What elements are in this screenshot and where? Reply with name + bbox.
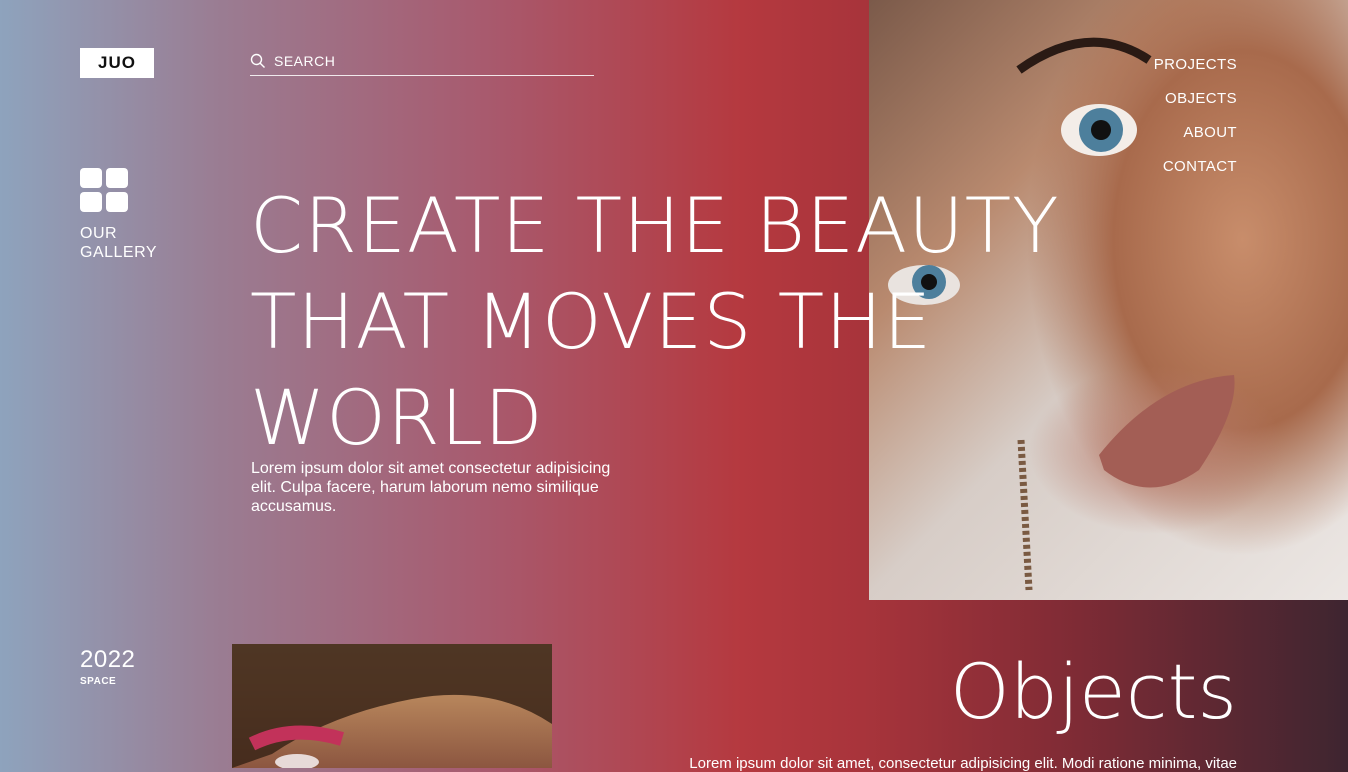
- objects-description: Lorem ipsum dolor sit amet, consectetur …: [689, 755, 1237, 772]
- nav-item-contact[interactable]: CONTACT: [1154, 150, 1237, 184]
- year-value: 2022: [80, 646, 136, 673]
- our-gallery-link[interactable]: OUR GALLERY: [80, 168, 170, 262]
- headline-line-3: WORLD: [250, 373, 544, 462]
- objects-title: Objects: [949, 647, 1237, 736]
- gallery-label: OUR GALLERY: [80, 225, 158, 261]
- search-bar[interactable]: [250, 46, 594, 76]
- nav-item-projects[interactable]: PROJECTS: [1154, 48, 1237, 82]
- logo[interactable]: JUO: [80, 48, 154, 78]
- objects-portrait-image: [232, 644, 552, 768]
- main-nav: PROJECTS OBJECTS ABOUT CONTACT: [1154, 48, 1237, 184]
- year-label: SPACE: [80, 676, 117, 687]
- hero-headline: CREATE THE BEAUTY THAT MOVES THE WORLD: [250, 178, 1150, 466]
- headline-line-1: CREATE THE BEAUTY: [250, 181, 1060, 270]
- nav-item-objects[interactable]: OBJECTS: [1154, 82, 1237, 116]
- year-block: 2022 SPACE: [80, 646, 135, 687]
- search-icon: [250, 53, 265, 68]
- headline-line-2: THAT MOVES THE: [250, 277, 933, 366]
- hero-description: Lorem ipsum dolor sit amet consectetur a…: [251, 460, 611, 515]
- gallery-grid-icon: [80, 168, 128, 212]
- nav-item-about[interactable]: ABOUT: [1154, 116, 1237, 150]
- search-input[interactable]: [274, 52, 574, 69]
